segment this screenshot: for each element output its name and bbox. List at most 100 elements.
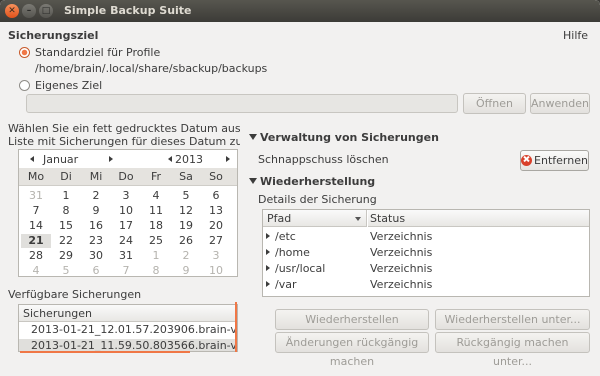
backups-table: Sicherungen 2013-01-21_12.01.57.203906.b… bbox=[18, 304, 238, 352]
calendar-day[interactable]: 30 bbox=[81, 249, 111, 263]
restore-row-status: Verzeichnis bbox=[370, 262, 433, 275]
calendar-year: 2013 bbox=[175, 153, 203, 166]
custom-target-label[interactable]: Eigenes Ziel bbox=[35, 79, 102, 92]
open-button[interactable]: Öffnen bbox=[463, 93, 526, 114]
calendar-instruction-1: Wählen Sie ein fett gedrucktes Datum aus… bbox=[8, 122, 240, 135]
restore-row-path: /usr/local bbox=[275, 262, 326, 275]
calendar-day[interactable]: 9 bbox=[171, 264, 201, 278]
next-year-icon[interactable] bbox=[226, 156, 230, 162]
undo-changes-button[interactable]: Änderungen rückgängig machen bbox=[275, 332, 429, 368]
focus-indicator bbox=[235, 302, 237, 352]
prev-month-icon[interactable] bbox=[30, 156, 34, 162]
calendar-day[interactable]: 8 bbox=[141, 264, 171, 278]
apply-button[interactable]: Anwenden bbox=[530, 93, 590, 114]
restore-row-path: /etc bbox=[275, 230, 296, 243]
default-target-radio[interactable] bbox=[19, 47, 30, 58]
close-button[interactable]: ✕ bbox=[5, 4, 19, 18]
calendar-day[interactable]: 28 bbox=[21, 249, 51, 263]
calendar-day[interactable]: 29 bbox=[51, 249, 81, 263]
remove-icon bbox=[521, 155, 533, 166]
expand-row-icon[interactable] bbox=[266, 281, 270, 287]
restore-row[interactable]: /var Verzeichnis bbox=[263, 277, 589, 292]
restore-heading[interactable]: Wiederherstellung bbox=[260, 175, 375, 188]
custom-target-radio[interactable] bbox=[19, 80, 30, 91]
calendar-day[interactable]: 20 bbox=[201, 219, 231, 233]
help-menu[interactable]: Hilfe bbox=[563, 29, 588, 42]
calendar-day[interactable]: 18 bbox=[141, 219, 171, 233]
default-target-label[interactable]: Standardziel für Profile bbox=[35, 46, 160, 59]
backup-row-label: 2013-01-21_12.01.57.203906.brain-virtual… bbox=[31, 323, 237, 336]
calendar-day[interactable]: 4 bbox=[21, 264, 51, 278]
remove-button[interactable]: Entfernen bbox=[520, 150, 589, 171]
restore-row[interactable]: /home Verzeichnis bbox=[263, 245, 589, 260]
calendar-day[interactable]: 4 bbox=[141, 189, 171, 203]
expand-restore-icon[interactable] bbox=[249, 178, 257, 184]
calendar-day[interactable]: 6 bbox=[201, 189, 231, 203]
status-column-header[interactable]: Status bbox=[368, 210, 589, 227]
path-column-label: Pfad bbox=[267, 212, 292, 225]
path-column-header[interactable]: Pfad bbox=[263, 210, 367, 227]
calendar-day[interactable]: 24 bbox=[111, 234, 141, 248]
calendar-day[interactable]: 3 bbox=[111, 189, 141, 203]
calendar-day[interactable]: 23 bbox=[81, 234, 111, 248]
calendar-day[interactable]: 17 bbox=[111, 219, 141, 233]
backups-column-header[interactable]: Sicherungen bbox=[19, 305, 237, 322]
calendar-day[interactable]: 7 bbox=[21, 204, 51, 218]
backup-calendar[interactable]: Januar 2013 Mo Di Mi Do Fr Sa So 31 1 2 3 4 5 6 7 8 9 10 1… bbox=[18, 149, 238, 277]
expand-manage-icon[interactable] bbox=[249, 134, 257, 140]
expand-row-icon[interactable] bbox=[266, 233, 270, 239]
calendar-day[interactable]: 7 bbox=[111, 264, 141, 278]
backups-heading: Verfügbare Sicherungen bbox=[8, 288, 142, 301]
expand-row-icon[interactable] bbox=[266, 265, 270, 271]
weekday-label: Mi bbox=[89, 170, 103, 183]
calendar-day[interactable]: 13 bbox=[201, 204, 231, 218]
backup-row[interactable]: 2013-01-21_12.01.57.203906.brain-virtual… bbox=[19, 323, 237, 338]
calendar-day[interactable]: 21 bbox=[21, 234, 51, 248]
weekday-label: Do bbox=[118, 170, 134, 183]
calendar-day[interactable]: 31 bbox=[21, 189, 51, 203]
calendar-day[interactable]: 1 bbox=[141, 249, 171, 263]
calendar-day[interactable]: 31 bbox=[111, 249, 141, 263]
restore-row[interactable]: /etc Verzeichnis bbox=[263, 229, 589, 244]
main-window: ✕ – □ Simple Backup Suite Sicherungsziel… bbox=[0, 0, 600, 376]
default-target-path: /home/brain/.local/share/sbackup/backups bbox=[35, 62, 268, 75]
calendar-day[interactable]: 10 bbox=[111, 204, 141, 218]
calendar-day[interactable]: 5 bbox=[171, 189, 201, 203]
manage-heading[interactable]: Verwaltung von Sicherungen bbox=[260, 131, 439, 144]
restore-row-status: Verzeichnis bbox=[370, 278, 433, 291]
calendar-day[interactable]: 5 bbox=[51, 264, 81, 278]
calendar-day[interactable]: 27 bbox=[201, 234, 231, 248]
calendar-month: Januar bbox=[43, 153, 79, 166]
calendar-day[interactable]: 14 bbox=[21, 219, 51, 233]
target-heading: Sicherungsziel bbox=[8, 29, 99, 42]
calendar-day[interactable]: 26 bbox=[171, 234, 201, 248]
calendar-day[interactable]: 1 bbox=[51, 189, 81, 203]
prev-year-icon[interactable] bbox=[168, 156, 172, 162]
restore-button[interactable]: Wiederherstellen bbox=[275, 309, 429, 330]
undo-to-button[interactable]: Rückgängig machen unter... bbox=[435, 332, 590, 368]
next-month-icon[interactable] bbox=[109, 156, 113, 162]
minimize-button[interactable]: – bbox=[22, 4, 36, 18]
calendar-day[interactable]: 19 bbox=[171, 219, 201, 233]
calendar-day[interactable]: 22 bbox=[51, 234, 81, 248]
calendar-day[interactable]: 3 bbox=[201, 249, 231, 263]
sort-down-icon bbox=[355, 217, 361, 221]
restore-to-button[interactable]: Wiederherstellen unter... bbox=[435, 309, 590, 330]
calendar-day[interactable]: 9 bbox=[81, 204, 111, 218]
calendar-day[interactable]: 2 bbox=[171, 249, 201, 263]
calendar-day[interactable]: 2 bbox=[81, 189, 111, 203]
calendar-day[interactable]: 6 bbox=[81, 264, 111, 278]
calendar-day[interactable]: 12 bbox=[171, 204, 201, 218]
expand-row-icon[interactable] bbox=[266, 249, 270, 255]
weekday-label: Fr bbox=[150, 170, 162, 183]
calendar-day[interactable]: 16 bbox=[81, 219, 111, 233]
calendar-day[interactable]: 8 bbox=[51, 204, 81, 218]
maximize-button[interactable]: □ bbox=[39, 4, 53, 18]
custom-target-input[interactable] bbox=[26, 94, 458, 113]
calendar-day[interactable]: 25 bbox=[141, 234, 171, 248]
calendar-day[interactable]: 10 bbox=[201, 264, 231, 278]
restore-row-path: /var bbox=[275, 278, 297, 291]
calendar-day[interactable]: 11 bbox=[141, 204, 171, 218]
restore-row[interactable]: /usr/local Verzeichnis bbox=[263, 261, 589, 276]
calendar-day[interactable]: 15 bbox=[51, 219, 81, 233]
